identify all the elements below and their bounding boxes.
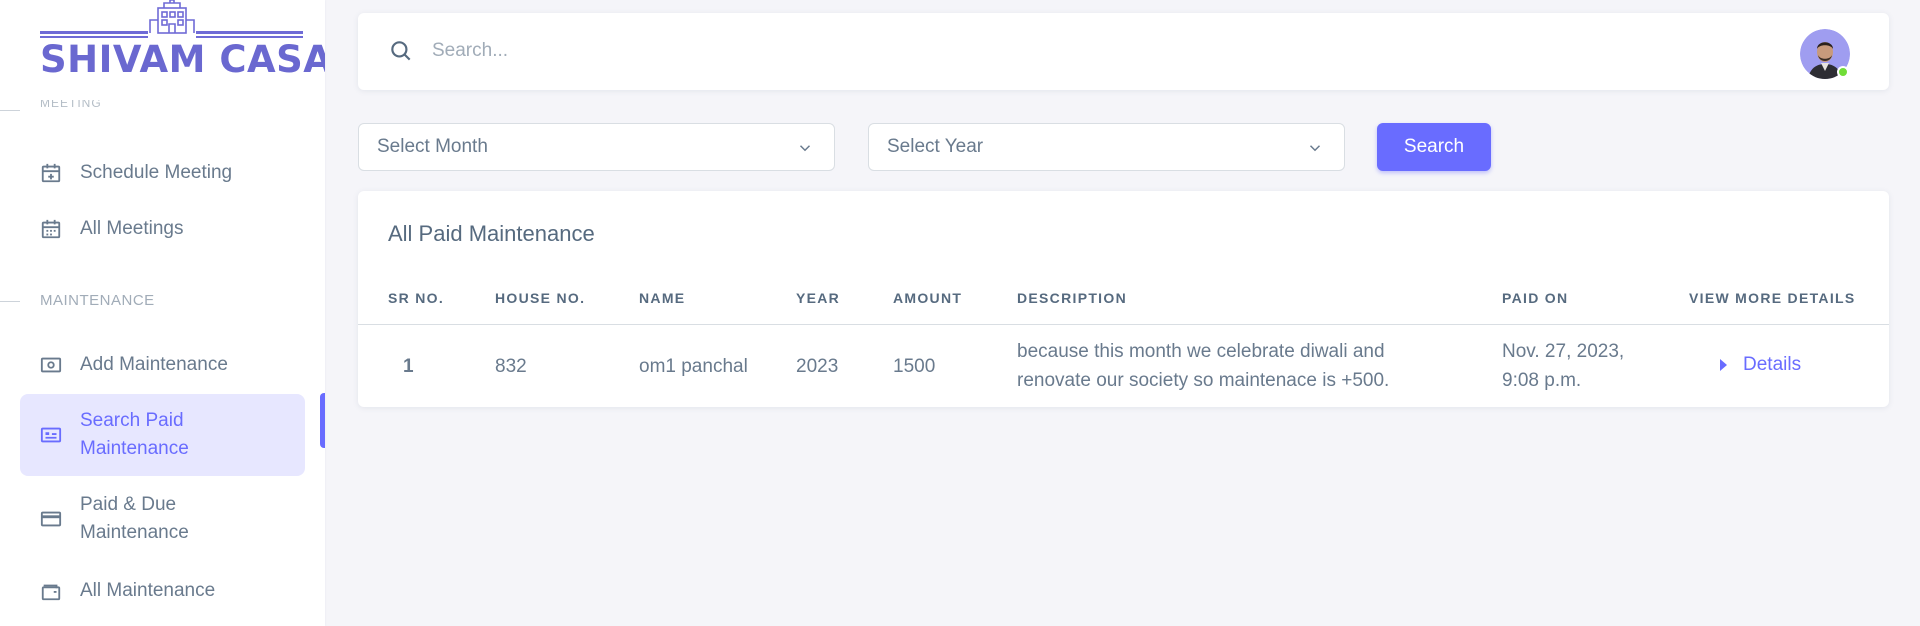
paid-maintenance-card: All Paid Maintenance SR NO. HOUSE NO. NA… [358, 191, 1889, 407]
year-select-value: Select Year [887, 136, 984, 157]
brand-logo[interactable]: SHIVAM CASA [40, 0, 325, 90]
column-header-paid-on: PAID ON [1502, 290, 1569, 306]
month-select-value: Select Month [377, 136, 488, 157]
card-title: All Paid Maintenance [388, 221, 595, 246]
cell-description-line1: because this month we celebrate diwali a… [1017, 341, 1385, 362]
sidebar-item-paid-due-maintenance[interactable]: Paid & Due Maintenance [20, 480, 305, 558]
cell-amount: 1500 [893, 356, 936, 377]
cell-description-line2: renovate our society so maintenace is +5… [1017, 370, 1390, 391]
cell-year: 2023 [796, 356, 839, 377]
table-header-divider [358, 324, 1889, 325]
sidebar-item-label: All Maintenance [80, 580, 216, 601]
section-divider [0, 301, 20, 302]
sidebar-item-all-maintenance[interactable]: All Maintenance [20, 572, 305, 610]
active-indicator [320, 393, 325, 448]
building-logo-icon [149, 0, 195, 34]
sidebar-item-label: All Meetings [80, 218, 184, 239]
search-icon[interactable] [388, 38, 414, 64]
section-header-maintenance: MAINTENANCE [40, 292, 155, 309]
sidebar-item-all-meetings[interactable]: All Meetings [20, 210, 305, 248]
section-header-meeting: MEETING [40, 100, 102, 110]
search-input[interactable] [432, 35, 1232, 67]
cell-sr-no: 1 [403, 356, 414, 377]
sidebar: SHIVAM CASA MEETING Schedule Meeting All… [0, 0, 325, 626]
month-select[interactable]: Select Month [358, 123, 835, 171]
column-header-sr-no: SR NO. [388, 290, 445, 306]
section-divider [0, 110, 20, 111]
money-icon [40, 357, 62, 373]
cell-house-no: 832 [495, 356, 527, 377]
search-button[interactable]: Search [1377, 123, 1491, 171]
sidebar-item-schedule-meeting[interactable]: Schedule Meeting [20, 154, 305, 192]
details-link[interactable]: Details [1720, 354, 1801, 376]
sidebar-item-search-paid-maintenance[interactable]: Search Paid Maintenance [20, 394, 305, 476]
wallet-icon [41, 584, 61, 601]
brand-name: SHIVAM CASA [40, 38, 325, 81]
user-avatar[interactable] [1800, 29, 1850, 79]
calendar-icon [41, 219, 61, 239]
caret-right-icon [1720, 359, 1727, 371]
sidebar-item-label: Add Maintenance [80, 354, 228, 375]
sidebar-item-add-maintenance[interactable]: Add Maintenance [20, 346, 305, 384]
credit-card-icon [40, 511, 62, 527]
calendar-plus-icon [41, 163, 61, 183]
sidebar-item-label: Search Paid Maintenance [80, 410, 189, 459]
online-status-dot [1837, 66, 1849, 78]
year-select[interactable]: Select Year [868, 123, 1345, 171]
column-header-amount: AMOUNT [893, 290, 963, 306]
cell-paid-on-line2: 9:08 p.m. [1502, 370, 1582, 391]
id-card-icon [40, 427, 62, 443]
column-header-name: NAME [639, 290, 686, 306]
cell-paid-on-line1: Nov. 27, 2023, [1502, 341, 1625, 362]
column-header-view-more-details: VIEW MORE DETAILS [1689, 290, 1856, 306]
column-header-description: DESCRIPTION [1017, 290, 1127, 306]
sidebar-item-label: Paid & Due Maintenance [80, 494, 189, 543]
column-header-year: YEAR [796, 290, 841, 306]
cell-name: om1 panchal [639, 356, 748, 377]
chevron-down-icon [1309, 145, 1321, 152]
sidebar-item-label: Schedule Meeting [80, 162, 233, 183]
details-label: Details [1743, 354, 1802, 375]
column-header-house-no: HOUSE NO. [495, 290, 586, 306]
chevron-down-icon [799, 145, 811, 152]
top-navbar [358, 13, 1889, 90]
